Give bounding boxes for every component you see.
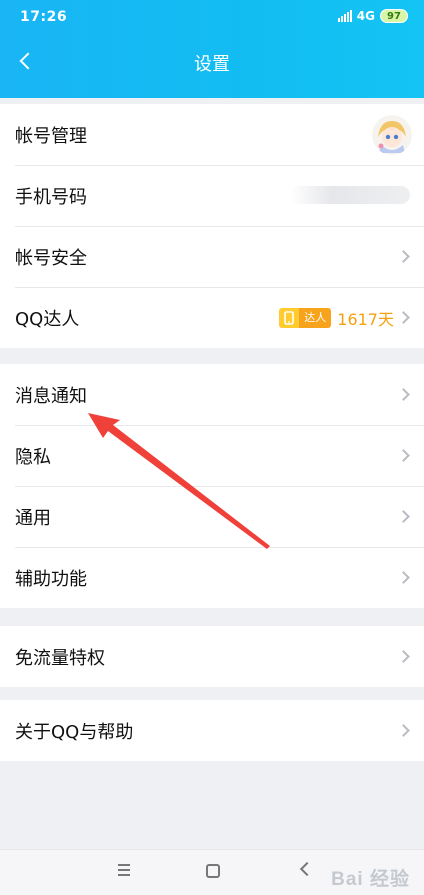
- status-bar: 17:26 4G 97: [0, 0, 424, 36]
- daren-info: 达人 1617天: [279, 306, 394, 330]
- about-group: 关于QQ与帮助: [0, 700, 424, 761]
- watermark: Bai 经验: [331, 869, 410, 890]
- row-account-security[interactable]: 帐号安全: [0, 226, 424, 287]
- chevron-right-icon: [397, 570, 410, 584]
- signal-icon: [337, 10, 352, 22]
- general-group: 消息通知 隐私 通用 辅助功能: [0, 364, 424, 608]
- chevron-right-icon: [397, 723, 410, 737]
- status-time: 17:26: [20, 9, 68, 25]
- network-type: 4G: [356, 9, 375, 23]
- days-count: 1617天: [337, 309, 394, 329]
- row-label: QQ达人: [15, 308, 80, 330]
- row-accessibility[interactable]: 辅助功能: [0, 547, 424, 608]
- row-label: 免流量特权: [15, 647, 105, 669]
- battery-level: 97: [380, 9, 408, 23]
- daren-badge: 达人: [279, 307, 332, 328]
- chevron-right-icon: [397, 509, 410, 523]
- row-privacy[interactable]: 隐私: [0, 425, 424, 486]
- header: 17:26 4G 97 设置: [0, 0, 424, 98]
- row-label: 帐号安全: [15, 247, 87, 269]
- row-label: 隐私: [15, 446, 51, 468]
- avatar: [372, 115, 412, 155]
- status-indicators: 4G 97: [337, 9, 408, 23]
- chevron-right-icon: [397, 249, 410, 263]
- settings-screen: 17:26 4G 97 设置 帐号管理 手机号码 帐号安全 QQ达人 达人 16…: [0, 0, 424, 895]
- row-label: 关于QQ与帮助: [15, 721, 134, 743]
- chevron-right-icon: [397, 649, 410, 663]
- row-free-data[interactable]: 免流量特权: [0, 626, 424, 687]
- row-label: 手机号码: [15, 186, 87, 208]
- row-account-management[interactable]: 帐号管理: [0, 104, 424, 165]
- row-qq-daren[interactable]: QQ达人 达人 1617天: [0, 287, 424, 348]
- row-general[interactable]: 通用: [0, 486, 424, 547]
- chevron-right-icon: [397, 448, 410, 462]
- page-title: 设置: [194, 54, 230, 75]
- phone-badge-icon: [279, 307, 300, 328]
- row-label: 消息通知: [15, 385, 87, 407]
- chevron-right-icon: [397, 387, 410, 401]
- row-label: 辅助功能: [15, 568, 87, 590]
- back-triangle-icon[interactable]: [299, 861, 315, 877]
- chevron-right-icon: [397, 310, 410, 324]
- row-message-notification[interactable]: 消息通知: [0, 364, 424, 425]
- system-nav-bar: Bai 经验: [0, 849, 424, 895]
- account-group: 帐号管理 手机号码 帐号安全 QQ达人 达人 1617天: [0, 104, 424, 348]
- home-icon[interactable]: [206, 864, 220, 878]
- row-label: 帐号管理: [15, 125, 87, 147]
- row-phone-number[interactable]: 手机号码: [0, 165, 424, 226]
- row-label: 通用: [15, 507, 51, 529]
- free-data-group: 免流量特权: [0, 626, 424, 687]
- row-about-help[interactable]: 关于QQ与帮助: [0, 700, 424, 761]
- menu-icon[interactable]: [118, 864, 130, 879]
- badge-text: 达人: [299, 307, 332, 328]
- blurred-phone-value: [290, 186, 410, 204]
